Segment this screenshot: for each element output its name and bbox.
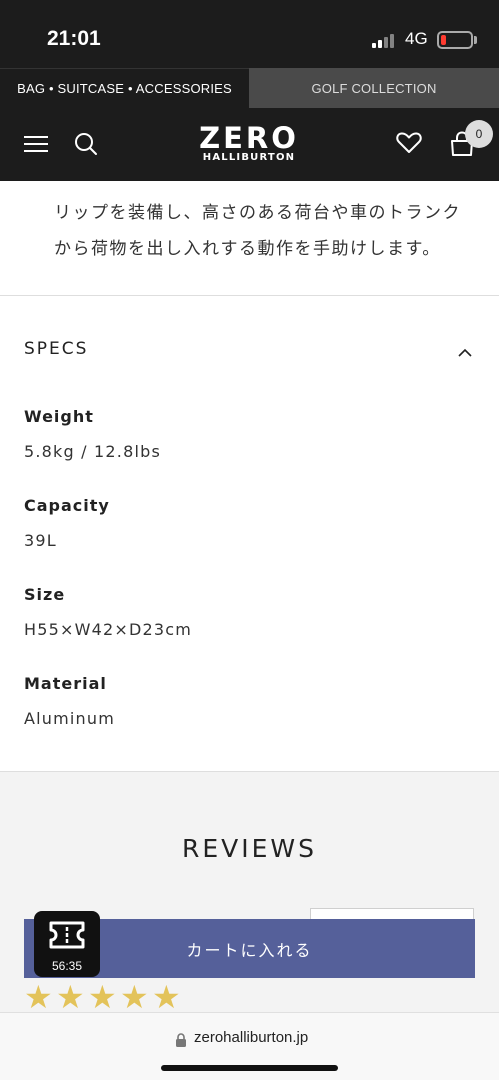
spec-value-material: Aluminum xyxy=(24,709,116,728)
ticket-icon xyxy=(47,919,87,955)
logo-sub-text: HALLIBURTON xyxy=(202,152,296,163)
star-icon: ★ xyxy=(24,978,53,1016)
tab-golf-collection[interactable]: GOLF COLLECTION xyxy=(249,68,499,108)
battery-icon xyxy=(437,31,473,49)
spec-label-material: Material xyxy=(24,674,107,693)
home-indicator[interactable] xyxy=(161,1065,338,1071)
url-text[interactable]: zerohalliburton.jp xyxy=(194,1029,308,1046)
star-icon: ★ xyxy=(88,978,117,1016)
collection-tabs: BAG • SUITCASE • ACCESSORIES GOLF COLLEC… xyxy=(0,68,499,108)
star-icon: ★ xyxy=(152,978,181,1016)
menu-icon[interactable] xyxy=(24,134,48,154)
divider xyxy=(0,295,499,296)
chevron-up-icon[interactable] xyxy=(458,343,472,357)
timer-badge[interactable]: 56:35 xyxy=(34,911,100,977)
description-line: から荷物を出し入れする動作を手助けします。 xyxy=(54,239,441,259)
spec-value-weight: 5.8kg / 12.8lbs xyxy=(24,442,161,461)
tab-bag-suitcase-accessories[interactable]: BAG • SUITCASE • ACCESSORIES xyxy=(0,68,249,108)
lock-icon xyxy=(175,1032,187,1051)
site-header: ZERO HALLIBURTON 0 xyxy=(0,108,499,181)
heart-icon[interactable] xyxy=(396,131,422,159)
product-description: リップを装備し、高さのある荷台や車のトランク から荷物を出し入れする動作を手助け… xyxy=(54,195,484,267)
star-icon: ★ xyxy=(56,978,85,1016)
browser-address-bar[interactable]: zerohalliburton.jp xyxy=(0,1012,499,1080)
spec-label-size: Size xyxy=(24,585,66,604)
review-stars: ★ ★ ★ ★ ★ xyxy=(24,978,182,1016)
logo[interactable]: ZERO HALLIBURTON xyxy=(199,124,299,164)
specs-heading[interactable]: SPECS xyxy=(24,339,88,359)
timer-text: 56:35 xyxy=(51,959,83,973)
reviews-heading: REVIEWS xyxy=(181,834,318,863)
star-icon: ★ xyxy=(120,978,149,1016)
cart-count-badge[interactable]: 0 xyxy=(465,120,493,148)
signal-icon xyxy=(372,34,400,48)
spec-label-weight: Weight xyxy=(24,407,94,426)
search-icon[interactable] xyxy=(74,132,98,160)
description-line: リップを装備し、高さのある荷台や車のトランク xyxy=(54,203,461,223)
spec-value-size: H55×W42×D23cm xyxy=(24,620,193,639)
status-bar: 21:01 4G xyxy=(0,0,499,68)
network-type: 4G xyxy=(405,29,428,48)
logo-main-text: ZERO xyxy=(199,121,299,155)
status-time: 21:01 xyxy=(47,27,101,50)
spec-label-capacity: Capacity xyxy=(24,496,110,515)
spec-value-capacity: 39L xyxy=(24,531,57,550)
